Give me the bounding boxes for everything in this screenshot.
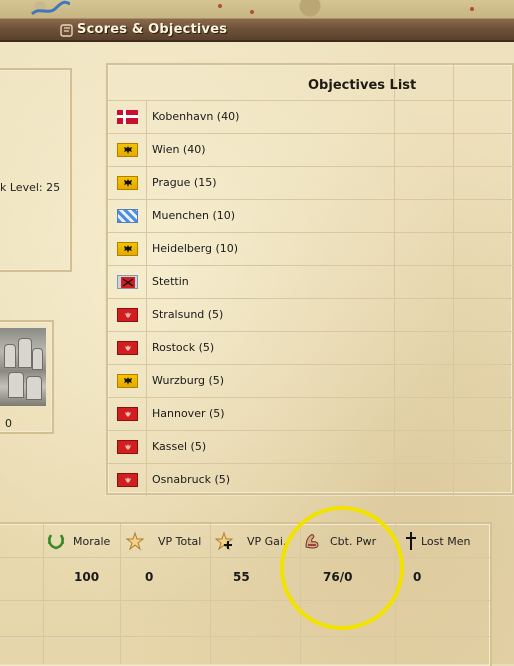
lost-men-header: Lost Men — [402, 531, 488, 555]
portrait-panel: 0 — [0, 320, 54, 434]
river-icon — [30, 0, 70, 16]
window-titlebar[interactable]: Scores & Objectives — [0, 18, 514, 42]
objective-row[interactable]: Osnabruck (5) — [108, 463, 514, 496]
window-title: Scores & Objectives — [77, 22, 228, 37]
morale-label: Morale — [73, 535, 111, 548]
prussia-flag-icon — [117, 341, 138, 355]
morale-header: Morale — [47, 531, 117, 555]
bavaria-flag-icon — [117, 209, 138, 223]
objective-name: Stralsund (5) — [152, 308, 224, 321]
vp-gain-value: 55 — [233, 570, 250, 584]
highlight-circle — [280, 506, 404, 630]
objective-name: Wien (40) — [152, 143, 206, 156]
flag-cell — [108, 233, 147, 265]
objective-row[interactable]: Muenchen (10) — [108, 199, 514, 232]
objective-name: Prague (15) — [152, 176, 217, 189]
flag-cell — [108, 365, 147, 397]
map-marker — [470, 7, 474, 11]
austria-flag-icon — [117, 374, 138, 388]
cemetery-image — [0, 328, 46, 406]
objective-row[interactable]: Stettin — [108, 265, 514, 298]
objective-name: Heidelberg (10) — [152, 242, 239, 255]
map-marker — [250, 10, 254, 14]
commander-info-panel: k Level: 25 — [0, 68, 72, 272]
lost-men-label: Lost Men — [421, 535, 471, 548]
objective-name: Rostock (5) — [152, 341, 215, 354]
lost-men-value: 0 — [413, 570, 422, 584]
portrait-count: 0 — [5, 417, 12, 430]
vp-total-value: 0 — [145, 570, 154, 584]
prussia-flag-icon — [117, 308, 138, 322]
star-icon — [126, 531, 144, 551]
prussia-flag-icon — [117, 473, 138, 487]
denmark-flag-icon — [117, 110, 138, 124]
objective-row[interactable]: Rostock (5) — [108, 331, 514, 364]
flag-cell — [108, 431, 147, 463]
flag-cell — [108, 299, 147, 331]
prussia-flag-icon — [117, 407, 138, 421]
objective-row[interactable]: Prague (15) — [108, 166, 514, 199]
austria-flag-icon — [117, 143, 138, 157]
objective-name: Muenchen (10) — [152, 209, 236, 222]
vp-total-label: VP Total — [158, 535, 202, 548]
flag-cell — [108, 332, 147, 364]
objectives-list: Kobenhavn (40) Wien (40) Prague (15) Muench… — [108, 100, 514, 496]
objective-row[interactable]: Hannover (5) — [108, 397, 514, 430]
flag-cell — [108, 464, 147, 496]
cross-icon — [406, 532, 416, 550]
objective-name: Wurzburg (5) — [152, 374, 225, 387]
objective-row[interactable]: Wien (40) — [108, 133, 514, 166]
flag-cell — [108, 167, 147, 199]
austria-flag-icon — [117, 176, 138, 190]
objective-name: Osnabruck (5) — [152, 473, 231, 486]
objectives-title: Objectives List — [308, 78, 417, 93]
austria-flag-icon — [117, 242, 138, 256]
flag-cell — [108, 398, 147, 430]
morale-value: 100 — [74, 570, 100, 584]
objectives-panel: Objectives List Kobenhavn (40) Wien (40) P… — [106, 63, 514, 496]
objective-row[interactable]: Kobenhavn (40) — [108, 100, 514, 133]
star-plus-icon — [215, 531, 233, 551]
scroll-icon — [60, 24, 73, 37]
objective-name: Hannover (5) — [152, 407, 225, 420]
rank-level-label: k Level: 25 — [0, 181, 61, 194]
vp-gain-label: VP Gai. — [247, 535, 287, 548]
objective-name: Kassel (5) — [152, 440, 207, 453]
flag-cell — [108, 266, 147, 298]
vp-total-header: VP Total — [126, 531, 208, 555]
objective-row[interactable]: Stralsund (5) — [108, 298, 514, 331]
laurel-wreath-icon — [47, 534, 65, 550]
objective-row[interactable]: Wurzburg (5) — [108, 364, 514, 397]
prussia-flag-icon — [117, 440, 138, 454]
objective-name: Kobenhavn (40) — [152, 110, 240, 123]
map-marker — [218, 4, 222, 8]
flag-cell — [108, 101, 147, 133]
objective-row[interactable]: Heidelberg (10) — [108, 232, 514, 265]
map-strip — [0, 0, 514, 18]
objective-name: Stettin — [152, 275, 189, 288]
sweden-flag-icon — [117, 275, 138, 289]
flag-cell — [108, 134, 147, 166]
flag-cell — [108, 200, 147, 232]
objective-row[interactable]: Kassel (5) — [108, 430, 514, 463]
